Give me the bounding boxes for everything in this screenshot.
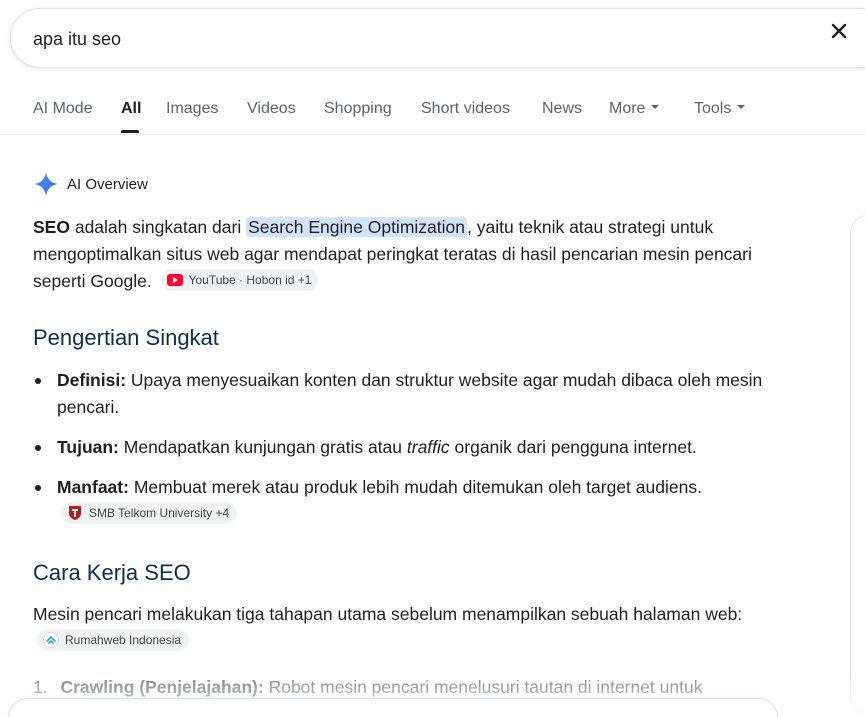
search-bar[interactable] bbox=[10, 8, 865, 68]
list-item: Tujuan: Mendapatkan kunjungan gratis ata… bbox=[33, 434, 763, 461]
intro-paragraph: SEO adalah singkatan dari Search Engine … bbox=[33, 214, 763, 295]
numbered-list-item: 1. Crawling (Penjelajahan): Robot mesin … bbox=[33, 674, 702, 701]
ai-overview-header: AI Overview bbox=[33, 170, 148, 198]
section-heading: Cara Kerja SEO bbox=[33, 560, 191, 585]
bullet-term: Definisi: bbox=[57, 370, 127, 390]
tab-short-videos[interactable]: Short videos bbox=[421, 100, 510, 118]
bullet-dot bbox=[35, 485, 41, 491]
intro-term: SEO bbox=[33, 217, 70, 237]
active-tab-indicator bbox=[121, 130, 139, 133]
list-number: 1. bbox=[33, 677, 48, 697]
caret-down-icon bbox=[737, 104, 746, 109]
tab-shopping[interactable]: Shopping bbox=[324, 100, 392, 118]
rumahweb-icon bbox=[43, 632, 59, 649]
list-text: Robot mesin pencari menelusuri tautan di… bbox=[263, 677, 703, 697]
intro-text-before: adalah singkatan dari bbox=[69, 217, 247, 237]
tab-tools-label: Tools bbox=[694, 100, 732, 117]
youtube-icon bbox=[166, 272, 183, 288]
tab-tools[interactable]: Tools bbox=[694, 100, 746, 118]
follow-up-bar[interactable] bbox=[8, 698, 778, 717]
tab-images[interactable]: Images bbox=[166, 100, 218, 118]
source-chip-label: YouTube · Hobon id +1 bbox=[188, 272, 312, 287]
bullet-term: Manfaat: bbox=[57, 477, 129, 497]
university-shield-icon bbox=[67, 505, 83, 521]
bullet-text: Upaya menyesuaikan konten dan struktur w… bbox=[57, 370, 763, 417]
tab-all[interactable]: All bbox=[121, 100, 141, 118]
search-input[interactable] bbox=[33, 27, 793, 51]
caret-down-icon bbox=[651, 104, 660, 109]
side-panel bbox=[850, 215, 865, 715]
list-item: Manfaat: Membuat merek atau produk lebih… bbox=[33, 474, 763, 528]
source-chip-rumahweb[interactable]: Rumahweb Indonesia bbox=[37, 629, 190, 652]
tab-ai-mode[interactable]: AI Mode bbox=[33, 100, 93, 118]
bullet-list: Definisi: Upaya menyesuaikan konten dan … bbox=[33, 367, 763, 541]
source-chip-telkom[interactable]: SMB Telkom University +4 bbox=[61, 502, 238, 525]
bullet-text: Membuat merek atau produk lebih mudah di… bbox=[128, 477, 702, 497]
section-text: Mesin pencari melakukan tiga tahapan uta… bbox=[33, 604, 743, 624]
tab-news[interactable]: News bbox=[542, 100, 582, 118]
source-chip-label: Rumahweb Indonesia bbox=[65, 632, 182, 647]
tab-more-label: More bbox=[609, 100, 646, 117]
tab-videos[interactable]: Videos bbox=[247, 100, 296, 118]
ai-overview-label: AI Overview bbox=[67, 175, 148, 193]
list-term: Crawling (Penjelajahan): bbox=[60, 677, 264, 697]
close-icon bbox=[831, 23, 847, 39]
section-heading: Pengertian Singkat bbox=[33, 325, 219, 350]
bullet-italic: traffic bbox=[406, 437, 450, 457]
bullet-dot bbox=[35, 378, 41, 384]
clear-search-button[interactable] bbox=[826, 18, 852, 44]
search-tabs: AI Mode All Images Videos Shopping Short… bbox=[0, 90, 865, 135]
bullet-term: Tujuan: bbox=[57, 437, 119, 457]
bullet-text: Mendapatkan kunjungan gratis atau bbox=[118, 437, 407, 457]
tab-more[interactable]: More bbox=[609, 100, 660, 118]
section-paragraph: Mesin pencari melakukan tiga tahapan uta… bbox=[33, 601, 763, 655]
highlighted-term[interactable]: Search Engine Optimization bbox=[246, 217, 467, 237]
bullet-dot bbox=[35, 445, 41, 451]
source-chip-label: SMB Telkom University +4 bbox=[89, 505, 230, 520]
list-item: Definisi: Upaya menyesuaikan konten dan … bbox=[33, 367, 763, 421]
source-chip-youtube[interactable]: YouTube · Hobon id +1 bbox=[160, 269, 320, 292]
sparkle-icon bbox=[34, 172, 58, 196]
bullet-text-2: organik dari pengguna internet. bbox=[449, 437, 697, 457]
